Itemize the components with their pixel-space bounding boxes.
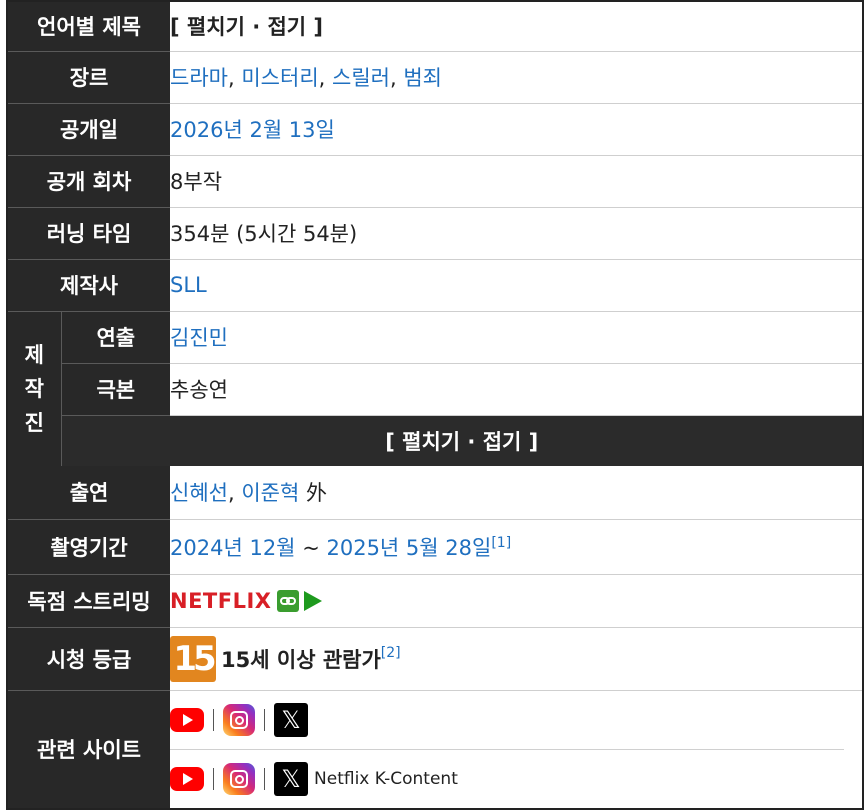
divider	[264, 767, 266, 790]
genre-sep: ,	[318, 66, 326, 90]
cast-sep: ,	[227, 481, 235, 506]
divider	[213, 767, 215, 790]
instagram-icon[interactable]	[223, 762, 256, 795]
release-value: 2026년 2월 13일	[170, 103, 864, 156]
sites-value: 𝕏 𝕏 Netflix K-Content	[170, 690, 863, 809]
divider	[213, 708, 215, 731]
runtime-label: 러닝 타임	[7, 207, 171, 260]
title-lang-label: 언어별 제목	[7, 1, 171, 52]
streaming-label: 독점 스트리밍	[7, 574, 171, 628]
runtime-value: 354분 (5시간 54분)	[170, 207, 864, 260]
title-lang-toggle[interactable]: [ 펼치기 · 접기 ]	[170, 1, 864, 52]
rating-value: 15 15세 이상 관람가[2]	[170, 627, 864, 691]
genre-sep: ,	[227, 66, 235, 90]
youtube-icon[interactable]	[170, 707, 205, 732]
footnote-ref-2[interactable]: [2]	[381, 645, 401, 661]
genre-label: 장르	[7, 51, 171, 104]
genre-link-drama[interactable]: 드라마	[170, 66, 228, 90]
studio-label: 제작사	[7, 259, 171, 312]
filming-end-link[interactable]: 2025년 5월 28일	[326, 536, 491, 560]
sites-row-1: 𝕏	[170, 691, 862, 749]
sites-label: 관련 사이트	[7, 690, 171, 809]
instagram-icon[interactable]	[223, 703, 256, 736]
genre-link-mystery[interactable]: 미스터리	[241, 66, 318, 90]
genre-link-thriller[interactable]: 스릴러	[332, 66, 390, 90]
filming-value: 2024년 12월 ~ 2025년 5월 28일[1]	[170, 519, 864, 575]
x-icon[interactable]: 𝕏	[274, 702, 309, 737]
studio-value: SLL	[170, 259, 864, 312]
director-label: 연출	[61, 311, 171, 364]
filming-label: 촬영기간	[7, 519, 171, 575]
rating-15-icon: 15	[170, 635, 217, 682]
netflix-logo[interactable]: NETFLIX	[170, 589, 271, 613]
filming-start-link[interactable]: 2024년 12월	[170, 536, 295, 560]
genre-value: 드라마, 미스터리, 스릴러, 범죄	[170, 51, 864, 104]
cast-link-lee[interactable]: 이준혁	[241, 481, 299, 505]
footnote-ref-1[interactable]: [1]	[491, 535, 511, 551]
release-label: 공개일	[7, 103, 171, 156]
rating-label: 시청 등급	[7, 627, 171, 691]
episodes-value: 8부작	[170, 155, 864, 208]
youtube-icon[interactable]	[170, 766, 205, 791]
writer-label: 극본	[61, 363, 171, 416]
genre-sep: ,	[389, 66, 397, 90]
genre-link-crime[interactable]: 범죄	[403, 66, 442, 90]
link-icon[interactable]	[276, 590, 299, 612]
cast-label: 출연	[7, 466, 171, 520]
writer-value: 추송연	[170, 363, 864, 416]
episodes-label: 공개 회차	[7, 155, 171, 208]
netflix-kcontent-label: Netflix K-Content	[314, 768, 458, 789]
director-link[interactable]: 김진민	[170, 326, 228, 350]
release-date-link[interactable]: 2026년 2월 13일	[170, 118, 335, 142]
x-icon[interactable]: 𝕏	[274, 761, 309, 796]
crew-label-char: 제	[24, 342, 44, 367]
crew-label: 제 작 진	[7, 311, 62, 466]
streaming-value: NETFLIX	[170, 574, 864, 628]
divider	[264, 708, 266, 731]
crew-label-char: 진	[24, 410, 44, 435]
crew-toggle[interactable]: [ 펼치기 · 접기 ]	[61, 415, 864, 466]
rating-text: 15세 이상 관람가	[221, 647, 381, 672]
crew-label-char: 작	[24, 376, 44, 401]
cast-link-shin[interactable]: 신혜선	[170, 481, 228, 505]
sites-row-2: 𝕏 Netflix K-Content	[170, 750, 862, 808]
studio-link[interactable]: SLL	[170, 273, 207, 297]
cast-suffix: 外	[306, 481, 328, 506]
drama-info-table: 언어별 제목 [ 펼치기 · 접기 ] 장르 드라마, 미스터리, 스릴러, 범…	[6, 0, 865, 810]
play-icon[interactable]	[303, 591, 322, 611]
director-value: 김진민	[170, 311, 864, 364]
cast-value: 신혜선, 이준혁 外	[170, 466, 864, 520]
filming-tilde: ~	[302, 535, 320, 560]
